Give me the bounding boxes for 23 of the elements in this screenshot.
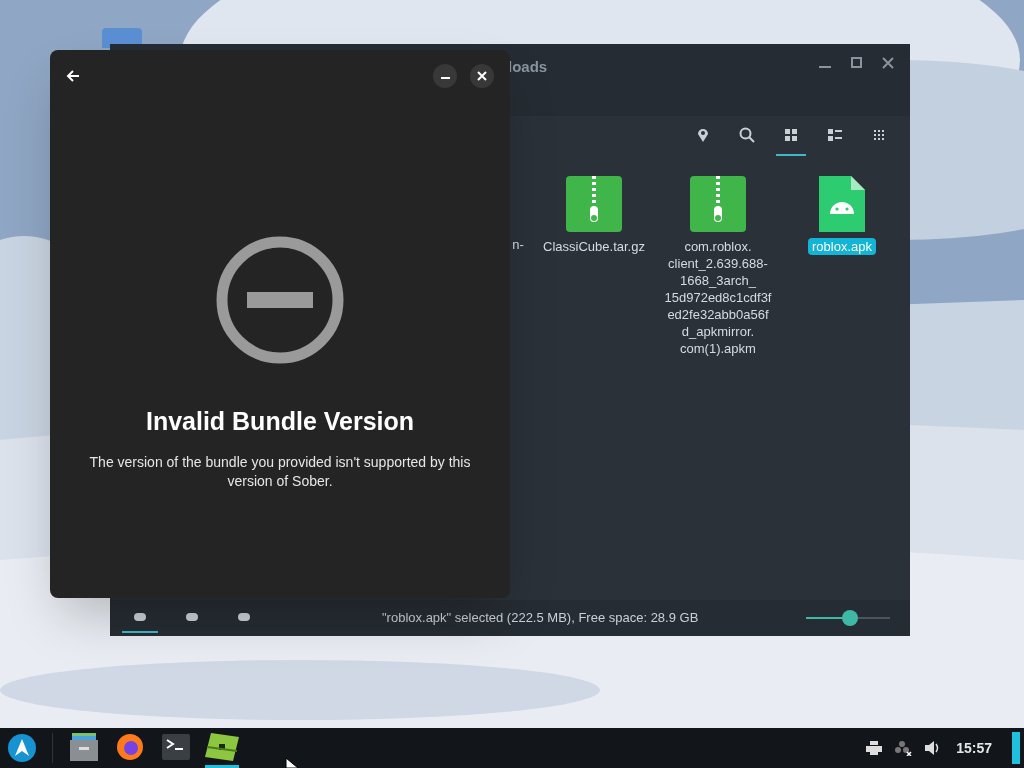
network-icon[interactable] [894, 740, 913, 756]
close-icon [477, 71, 487, 81]
launcher-icon[interactable] [8, 734, 36, 762]
volume-icon[interactable] [924, 740, 941, 756]
maximize-icon[interactable] [851, 57, 862, 68]
mouse-pointer-icon [285, 758, 299, 768]
zoom-slider-thumb[interactable] [841, 610, 858, 626]
archive-file-icon [566, 176, 622, 232]
file-name[interactable]: com.roblox. client_2.639.688- 1668_3arch_ 15d972ed8c1cdf3f ed2fe32abb0a56f d_apkmirror. com(1).apkm [660, 238, 776, 357]
file-name[interactable]: n- [508, 236, 528, 253]
android-file-icon [819, 176, 865, 232]
minimize-button[interactable] [433, 64, 457, 88]
clock[interactable]: 15:57 [956, 737, 992, 759]
printer-icon[interactable] [866, 741, 883, 755]
close-icon[interactable] [882, 57, 894, 69]
dialog-message: The version of the bundle you provided isn't supported by this version of Sober. [88, 452, 472, 491]
back-arrow-icon[interactable] [66, 69, 80, 83]
archive-file-icon [690, 176, 746, 232]
file-name[interactable]: ClassiCube.tar.gz [539, 238, 649, 255]
status-text: "roblox.apk" selected (222.5 MB), Free space: 28.9 GB [382, 609, 699, 628]
dialog-title: Invalid Bundle Version [145, 406, 415, 437]
close-button[interactable] [470, 64, 494, 88]
blocked-icon [215, 235, 345, 365]
